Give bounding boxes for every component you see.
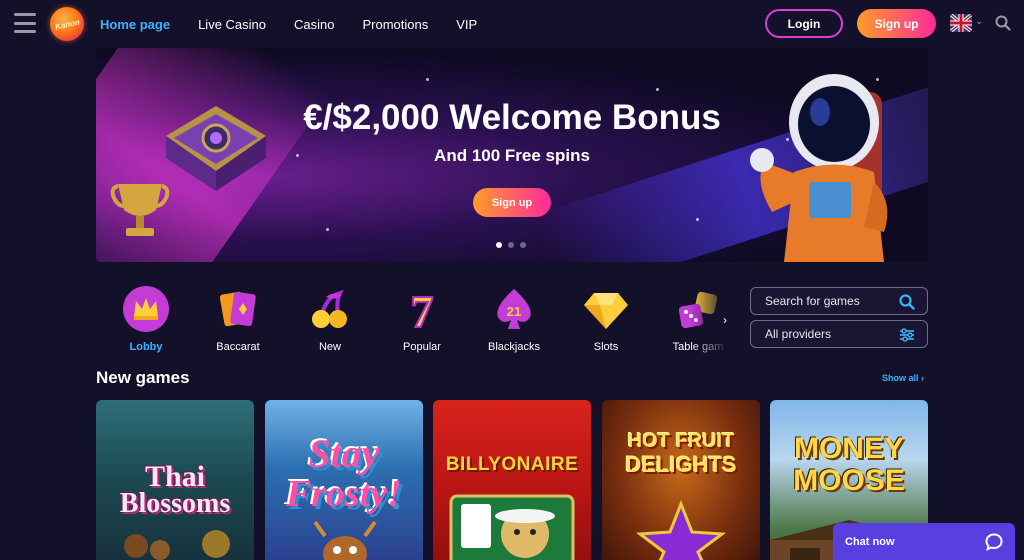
search-icon[interactable] (995, 15, 1011, 36)
reindeer-icon (313, 520, 377, 560)
star-icon (636, 500, 726, 560)
category-lobby[interactable]: Lobby (100, 285, 192, 353)
svg-text:21: 21 (507, 304, 521, 319)
seven-icon: 7 (398, 285, 446, 333)
category-label: New (318, 341, 341, 353)
show-all-link[interactable]: Show all › (882, 373, 924, 383)
chevron-down-icon[interactable]: ⌄ (975, 16, 983, 27)
show-all-label: Show all (882, 373, 919, 383)
banner-subtitle: And 100 Free spins (434, 146, 590, 165)
new-games-title: New games (96, 368, 190, 387)
chat-bubble-icon (985, 533, 1003, 551)
top-header: Kanon Home page Live Casino Casino Promo… (0, 0, 1024, 48)
category-label: Lobby (129, 341, 163, 353)
game-title-art: Frosty! (285, 473, 403, 515)
game-title-art: MONEY (793, 432, 904, 465)
nav-casino[interactable]: Casino (294, 17, 334, 32)
banner-signup-button[interactable]: Sign up (473, 188, 551, 217)
cherries-icon (306, 285, 354, 333)
category-label: Baccarat (216, 341, 260, 353)
spade-21-icon: 21 (490, 285, 538, 333)
chevron-right-icon[interactable]: › (723, 313, 727, 327)
game-card-hot-fruit-delights[interactable]: HOT FRUIT DELIGHTS (602, 400, 760, 560)
login-button[interactable]: Login (765, 9, 843, 38)
carousel-dot[interactable] (508, 242, 514, 248)
game-title-art: Blossoms (119, 488, 231, 519)
main-nav: Home page Live Casino Casino Promotions … (100, 0, 505, 48)
carousel-dot[interactable] (520, 242, 526, 248)
filter-sliders-icon[interactable] (899, 327, 915, 343)
category-popular[interactable]: 7 Popular (376, 285, 468, 353)
cards-icon (214, 285, 262, 333)
game-title-art: MOOSE (793, 464, 905, 497)
game-title-art: HOT FRUIT (627, 430, 735, 452)
category-blackjacks[interactable]: 21 Blackjacks (468, 285, 560, 353)
uk-flag-icon[interactable] (950, 14, 972, 32)
game-card-billyonaire[interactable]: BILLYONAIRE (433, 400, 591, 560)
hero-banner[interactable]: €/$2,000 Welcome Bonus And 100 Free spin… (96, 48, 928, 262)
banner-title: €/$2,000 Welcome Bonus (303, 98, 721, 137)
category-label: Popular (403, 341, 441, 353)
chat-label: Chat now (845, 535, 895, 548)
coconut-icon (124, 530, 230, 560)
nav-live-casino[interactable]: Live Casino (198, 17, 266, 32)
category-new[interactable]: New (284, 285, 376, 353)
site-logo[interactable]: Kanon (50, 7, 84, 41)
search-placeholder: Search for games (765, 294, 860, 308)
diamond-icon (582, 285, 630, 333)
nav-vip[interactable]: VIP (456, 17, 477, 32)
nav-home-page[interactable]: Home page (100, 17, 170, 32)
nav-promotions[interactable]: Promotions (362, 17, 428, 32)
search-icon[interactable] (899, 294, 915, 310)
carousel-dot[interactable] (496, 242, 502, 248)
category-label: Slots (593, 341, 619, 353)
providers-dropdown[interactable]: All providers (750, 320, 928, 348)
game-search-input[interactable]: Search for games (750, 287, 928, 315)
game-card-thai-blossoms[interactable]: Thai Blossoms (96, 400, 254, 560)
logo-text: Kanon (53, 17, 81, 31)
category-label: Blackjacks (488, 341, 540, 353)
category-bar: Lobby Baccarat New 7 Popular 21 Blackjac… (96, 285, 736, 360)
game-title-art: DELIGHTS (625, 452, 737, 477)
category-baccarat[interactable]: Baccarat (192, 285, 284, 353)
svg-text:7: 7 (411, 286, 434, 333)
chat-now-widget[interactable]: Chat now (833, 523, 1015, 560)
bulldog-card-icon (449, 494, 575, 560)
game-card-stay-frosty[interactable]: Stay Frosty! (265, 400, 423, 560)
menu-icon[interactable] (14, 13, 36, 33)
game-title-art: Stay (308, 431, 380, 476)
crown-icon (122, 285, 170, 333)
game-title-art: BILLYONAIRE (445, 454, 579, 475)
category-slots[interactable]: Slots (560, 285, 652, 353)
providers-label: All providers (765, 327, 832, 341)
carousel-dots (496, 242, 526, 248)
signup-button[interactable]: Sign up (857, 9, 936, 38)
trophy-icon (110, 184, 170, 236)
